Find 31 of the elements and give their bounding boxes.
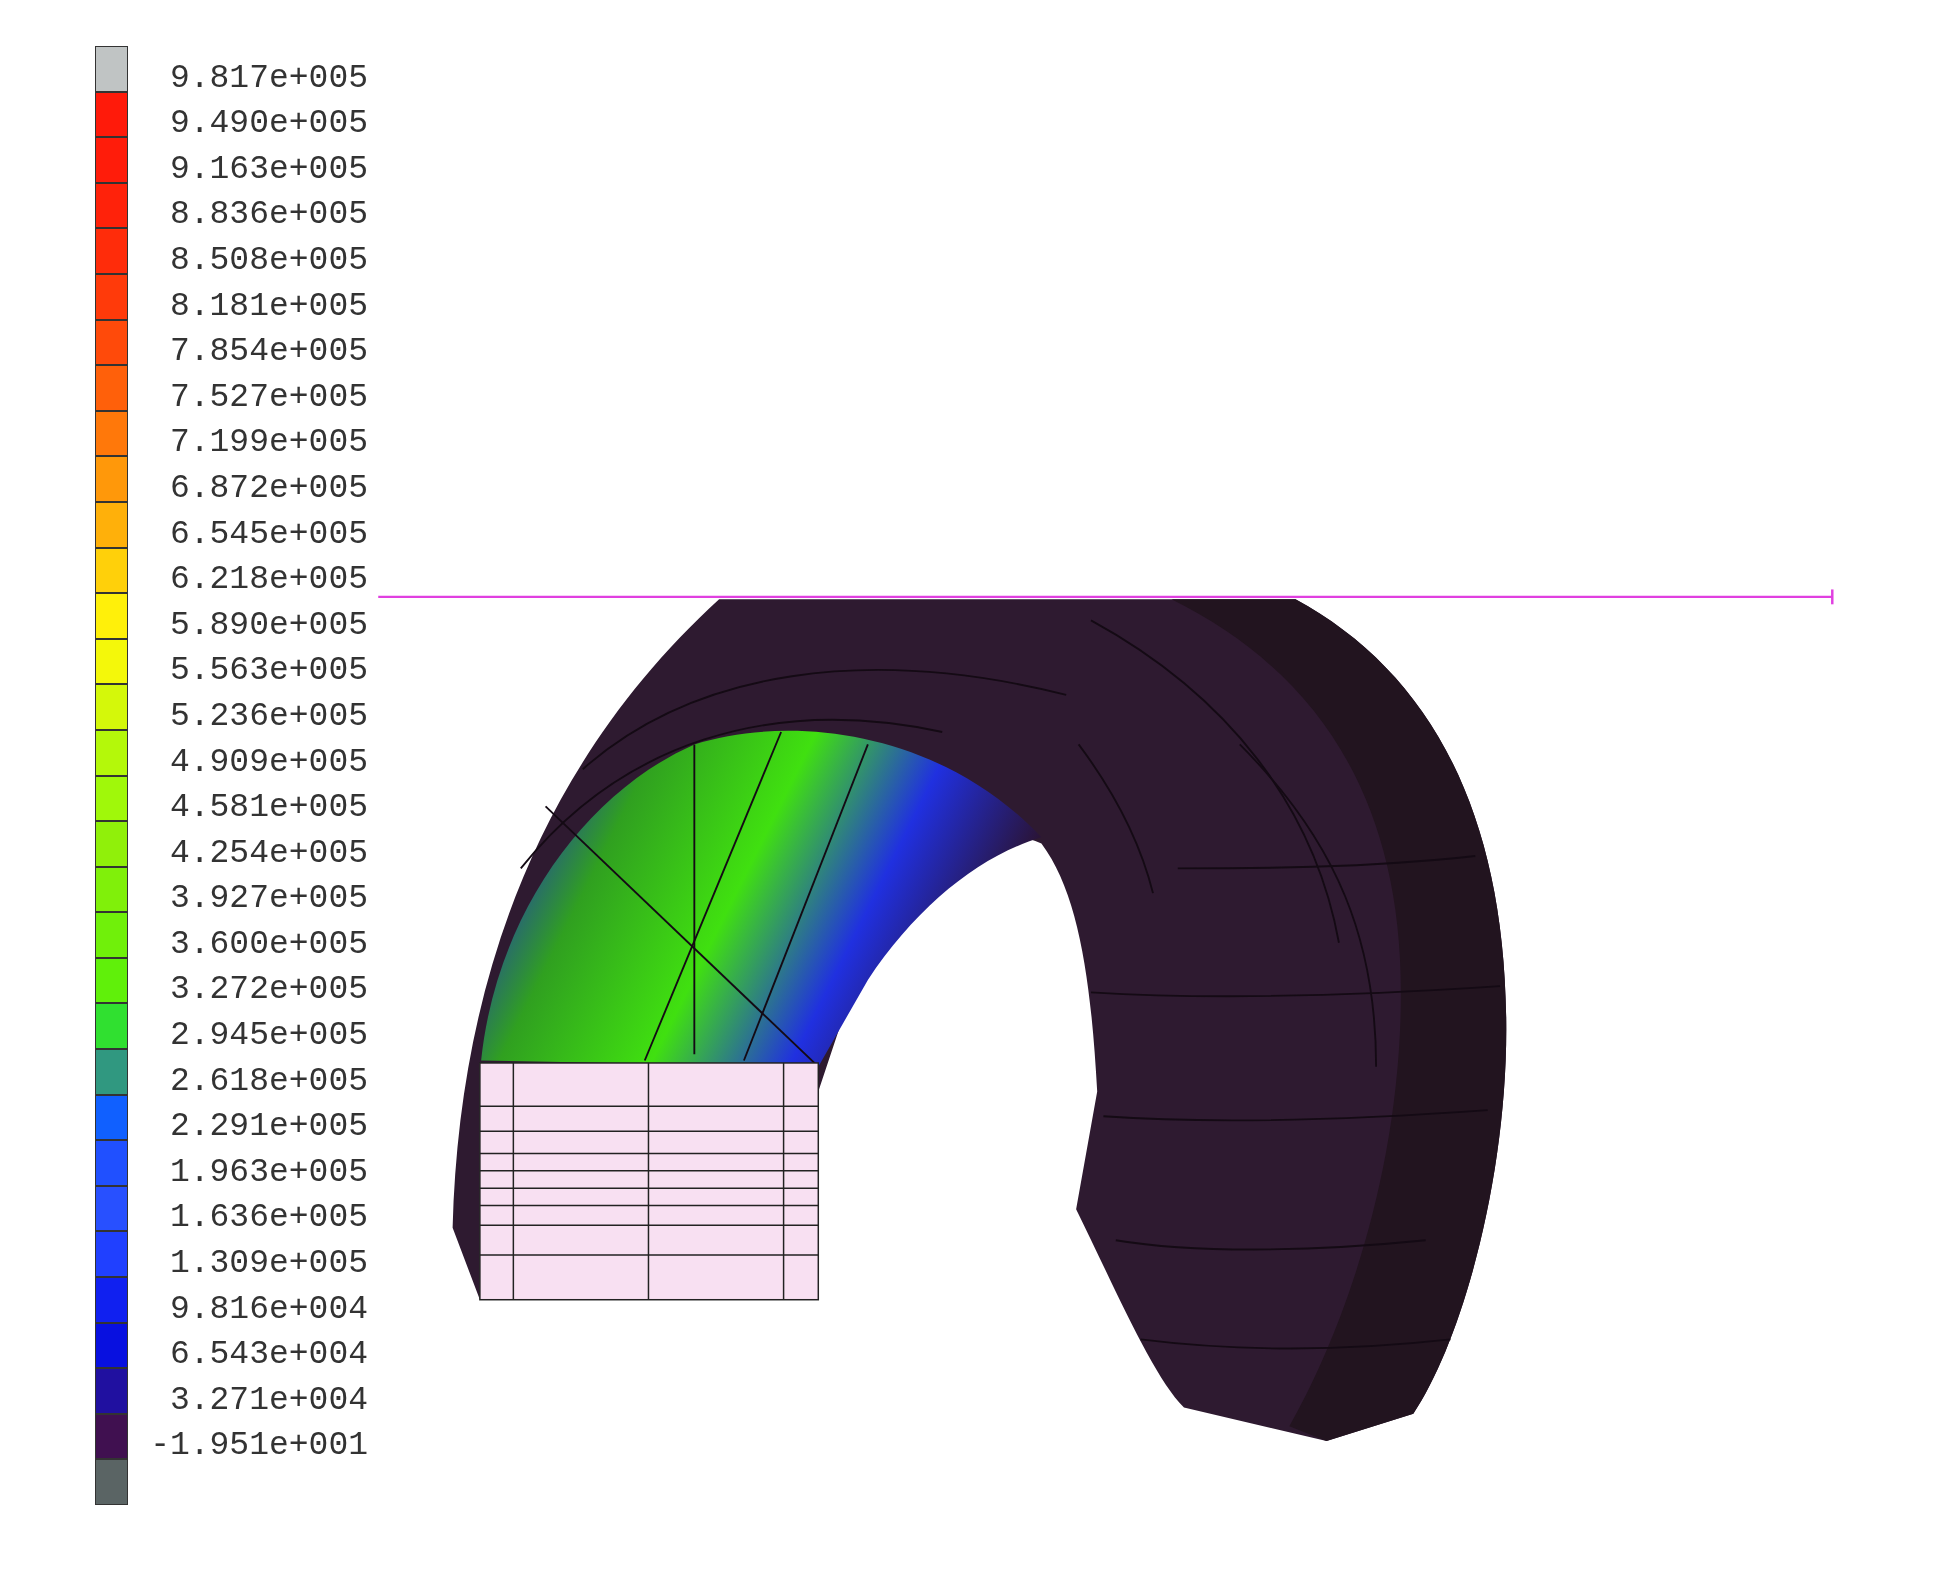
legend-value: 6.543e+004 <box>168 1340 368 1371</box>
legend-value: 7.854e+005 <box>168 337 368 368</box>
legend-value: 1.963e+005 <box>168 1157 368 1188</box>
legend-value: 3.927e+005 <box>168 884 368 915</box>
legend-value: 2.945e+005 <box>168 1021 368 1052</box>
legend-value: 9.816e+004 <box>168 1294 368 1325</box>
legend-value: 1.636e+005 <box>168 1203 368 1234</box>
legend-value: -1.951e+001 <box>149 1431 368 1462</box>
legend-value: 8.181e+005 <box>168 291 368 322</box>
legend-value: 6.218e+005 <box>168 565 368 596</box>
legend-value: 5.236e+005 <box>168 701 368 732</box>
legend-value: 4.581e+005 <box>168 793 368 824</box>
legend-value: 6.545e+005 <box>168 519 368 550</box>
legend-value: 2.291e+005 <box>168 1112 368 1143</box>
legend-value: 8.836e+005 <box>168 200 368 231</box>
legend-value: 3.271e+004 <box>168 1385 368 1416</box>
legend-value: 5.563e+005 <box>168 656 368 687</box>
legend-value: 3.600e+005 <box>168 929 368 960</box>
legend-value: 9.163e+005 <box>168 154 368 185</box>
legend-value: 6.872e+005 <box>168 473 368 504</box>
legend-value: 3.272e+005 <box>168 975 368 1006</box>
legend-value: 9.490e+005 <box>168 109 368 140</box>
legend-value: 1.309e+005 <box>168 1249 368 1280</box>
legend-value: 7.199e+005 <box>168 428 368 459</box>
legend-value: 8.508e+005 <box>168 245 368 276</box>
legend-value: 9.817e+005 <box>168 63 368 94</box>
legend-value: 2.618e+005 <box>168 1066 368 1097</box>
legend-value: 4.909e+005 <box>168 747 368 778</box>
legend-value: 4.254e+005 <box>168 838 368 869</box>
legend-value: 7.527e+005 <box>168 382 368 413</box>
legend-value: 5.890e+005 <box>168 610 368 641</box>
